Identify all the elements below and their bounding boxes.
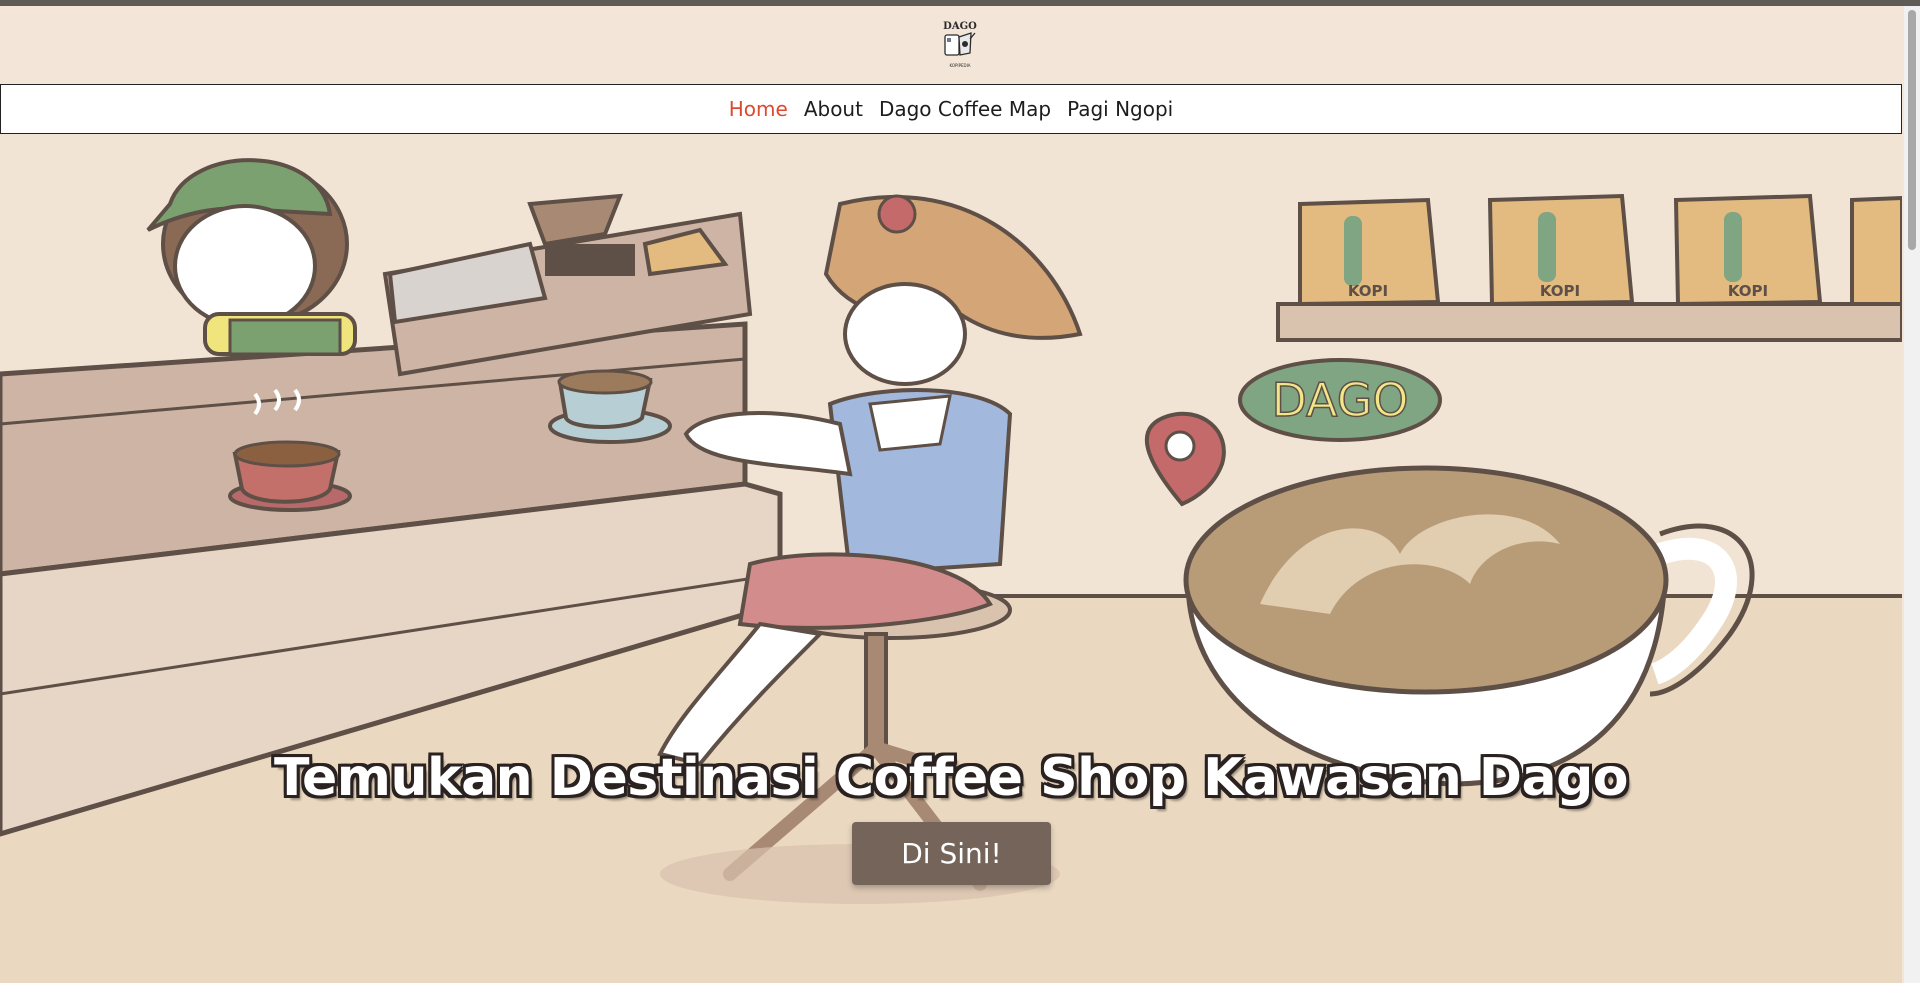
logo-subtitle: KOPIPEDIA <box>949 63 970 68</box>
nav-about-link[interactable]: About <box>804 97 863 121</box>
page-scrollbar[interactable] <box>1904 6 1920 983</box>
nav-home-link[interactable]: Home <box>729 97 788 121</box>
nav-coffee-map-link[interactable]: Dago Coffee Map <box>879 97 1051 121</box>
coffee-bag: KOPI <box>1487 193 1635 307</box>
scrollbar-thumb[interactable] <box>1908 10 1916 250</box>
dago-sign: DAGO <box>1238 358 1442 442</box>
coffee-bag-label: KOPI <box>1348 282 1388 300</box>
barista-character <box>146 158 357 356</box>
dago-sign-label: DAGO <box>1271 373 1408 427</box>
coffee-bag: KOPI <box>1673 193 1823 307</box>
hero-headline: Temukan Destinasi Coffee Shop Kawasan Da… <box>273 747 1629 808</box>
hero-section: KOPI KOPI KOPI DAGO Temukan Destinasi Co… <box>0 134 1902 983</box>
brand-logo[interactable]: DAGO KOPIPEDIA <box>937 17 983 73</box>
coffee-shelf: KOPI KOPI KOPI <box>1276 193 1902 342</box>
nav-pagi-ngopi-link[interactable]: Pagi Ngopi <box>1067 97 1173 121</box>
di-sini-button[interactable]: Di Sini! <box>852 822 1051 885</box>
logo-title: DAGO <box>943 21 977 32</box>
coffee-bag-label: KOPI <box>1728 282 1768 300</box>
main-nav: Home About Dago Coffee Map Pagi Ngopi <box>0 84 1902 134</box>
coffee-bag-label: KOPI <box>1540 282 1580 300</box>
coffee-bag: KOPI <box>1298 197 1441 307</box>
logo-area: DAGO KOPIPEDIA <box>0 6 1920 84</box>
